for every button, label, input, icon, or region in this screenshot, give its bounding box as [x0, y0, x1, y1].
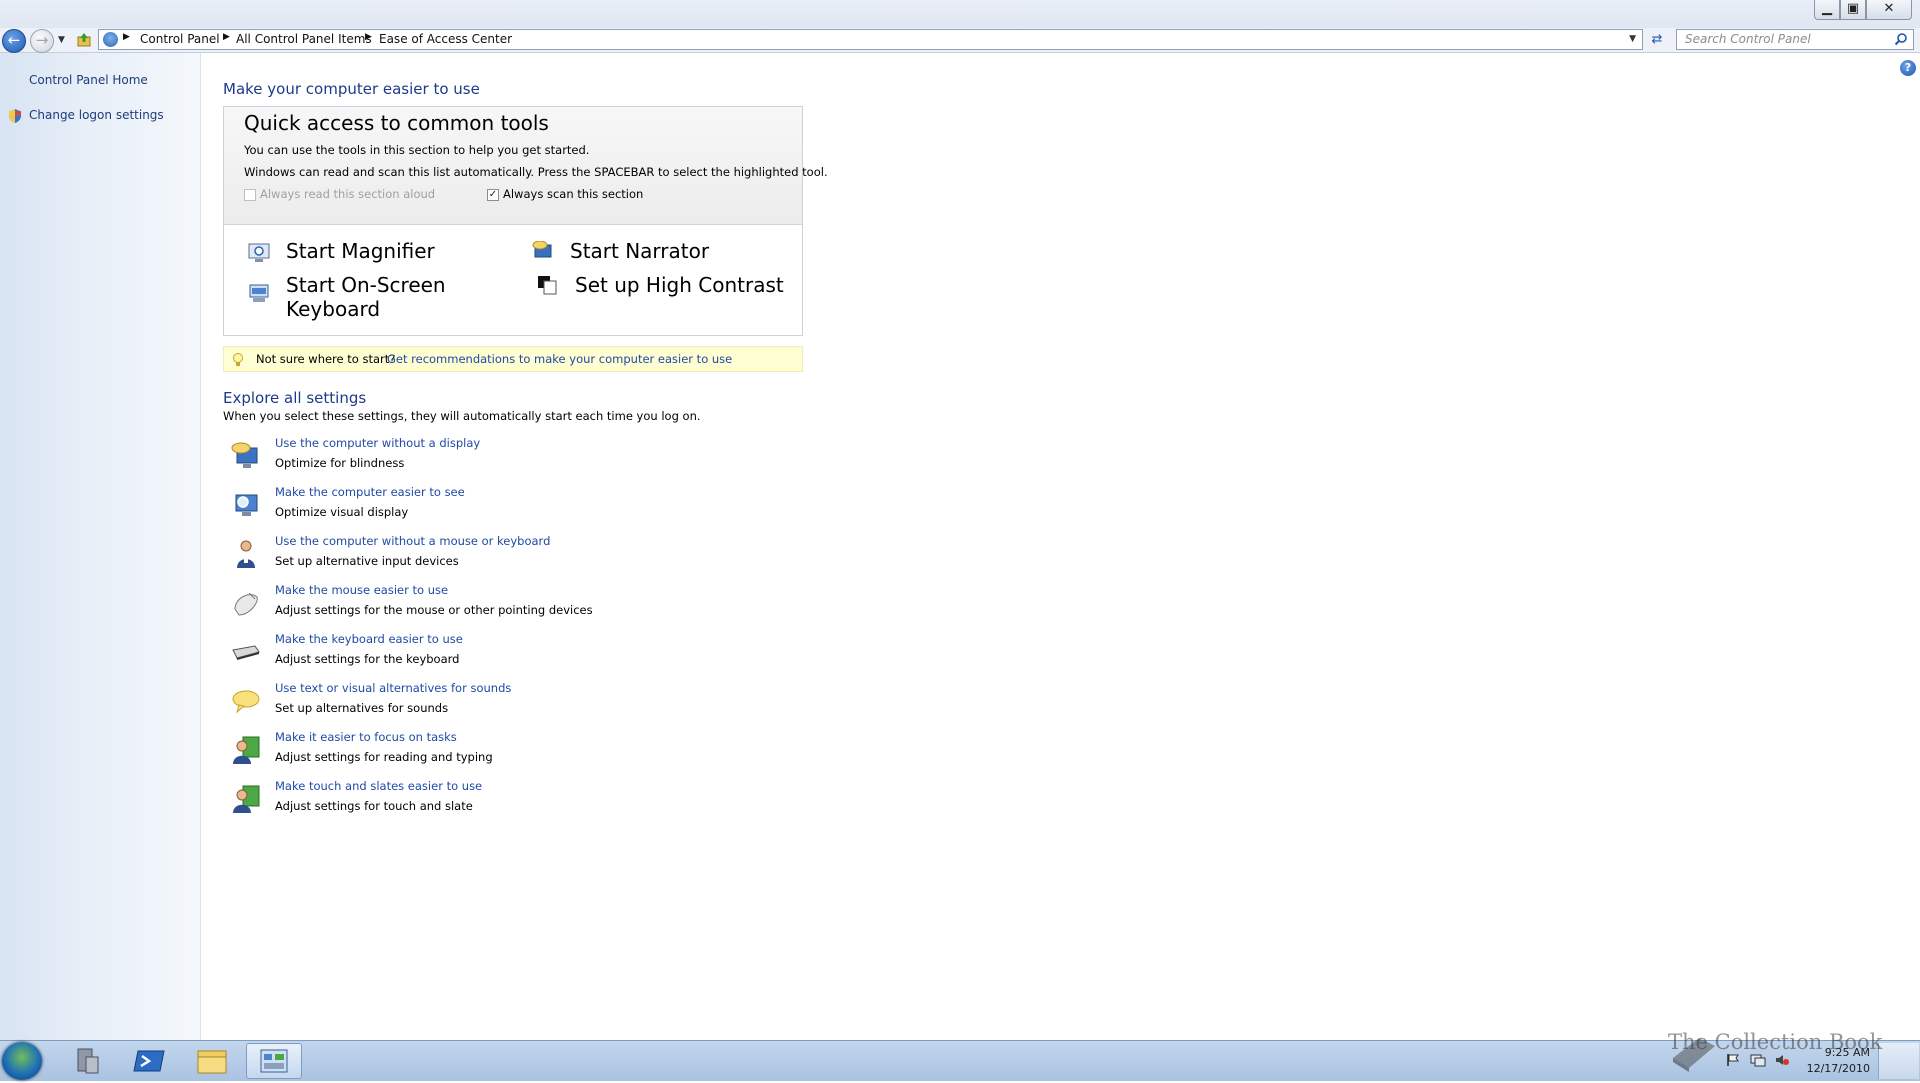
setting-item-focus: Make it easier to focus on tasks Adjust …: [223, 730, 783, 770]
mouse-icon: [234, 592, 258, 616]
setting-description: Adjust settings for the mouse or other p…: [275, 603, 593, 617]
recommendation-tip-bar: Not sure where to start? Get recommendat…: [223, 346, 803, 372]
breadcrumb-arrow-icon[interactable]: ▶: [365, 32, 372, 42]
watermark-text: The Collection Book: [1668, 1030, 1883, 1054]
search-placeholder: Search Control Panel: [1685, 32, 1811, 46]
clock-date[interactable]: 12/17/2010: [1790, 1062, 1870, 1075]
page-title: Make your computer easier to use: [223, 80, 480, 98]
setting-link[interactable]: Make the computer easier to see: [275, 485, 465, 499]
shield-icon: [9, 109, 21, 123]
search-icon[interactable]: [1894, 32, 1908, 46]
setting-link[interactable]: Use the computer without a mouse or keyb…: [275, 534, 550, 548]
breadcrumb-arrow-icon[interactable]: ▶: [123, 32, 130, 42]
explore-settings-description: When you select these settings, they wil…: [223, 409, 701, 423]
taskbar-explorer[interactable]: [184, 1043, 240, 1079]
explore-settings-heading: Explore all settings: [223, 389, 367, 407]
recommendations-link[interactable]: Get recommendations to make your compute…: [387, 352, 732, 366]
setting-description: Adjust settings for reading and typing: [275, 750, 493, 764]
start-magnifier-button[interactable]: Start Magnifier: [286, 239, 435, 263]
taskbar-powershell[interactable]: [122, 1043, 178, 1079]
close-button[interactable]: ✕: [1866, 0, 1912, 20]
user-focus-icon: [233, 736, 260, 764]
tip-label: Not sure where to start?: [256, 352, 396, 366]
start-narrator-button[interactable]: Start Narrator: [570, 239, 709, 263]
start-on-screen-keyboard-button[interactable]: Start On-Screen Keyboard: [286, 273, 476, 321]
setting-link[interactable]: Make the keyboard easier to use: [275, 632, 463, 646]
read-aloud-checkbox[interactable]: [244, 189, 256, 201]
address-dropdown-icon[interactable]: ▼: [1629, 34, 1636, 44]
powershell-icon: [133, 1050, 165, 1072]
recent-pages-dropdown-icon[interactable]: ▼: [58, 35, 65, 45]
up-level-icon[interactable]: [76, 32, 92, 48]
setting-link[interactable]: Make it easier to focus on tasks: [275, 730, 457, 744]
setting-link[interactable]: Use text or visual alternatives for soun…: [275, 681, 511, 695]
lightbulb-icon: [233, 353, 243, 366]
setting-description: Adjust settings for touch and slate: [275, 799, 473, 813]
control-panel-icon: [103, 32, 118, 47]
breadcrumb-control-panel[interactable]: Control Panel: [140, 32, 220, 46]
setting-item-sounds: Use text or visual alternatives for soun…: [223, 681, 783, 721]
monitor-speaker-icon: [231, 442, 258, 468]
taskbar: 9:25 AM 12/17/2010: [0, 1040, 1920, 1081]
quick-access-header: Quick access to common tools You can use…: [224, 107, 828, 225]
minimize-button[interactable]: ▁: [1814, 0, 1840, 20]
on-screen-keyboard-icon: [249, 284, 269, 302]
scan-checkbox[interactable]: ✓: [487, 189, 499, 201]
setting-description: Optimize for blindness: [275, 456, 405, 470]
navigation-bar: ← → ▼ ▶ Control Panel ▶ All Control Pane…: [0, 28, 1920, 53]
server-manager-icon: [77, 1048, 99, 1074]
address-bar[interactable]: ▶ Control Panel ▶ All Control Panel Item…: [98, 29, 1643, 50]
keyboard-icon: [232, 645, 260, 660]
network-icon[interactable]: [1750, 1053, 1766, 1067]
sidebar-item-control-panel-home[interactable]: Control Panel Home: [29, 73, 148, 87]
setting-link[interactable]: Make touch and slates easier to use: [275, 779, 482, 793]
setting-item-keyboard: Make the keyboard easier to use Adjust s…: [223, 632, 783, 672]
refresh-icon[interactable]: ⇄: [1648, 32, 1666, 48]
breadcrumb-arrow-icon[interactable]: ▶: [223, 32, 230, 42]
setting-item-mouse: Make the mouse easier to use Adjust sett…: [223, 583, 783, 623]
taskbar-server-manager[interactable]: [60, 1043, 116, 1079]
quick-access-panel: Quick access to common tools You can use…: [223, 106, 828, 336]
setting-item-touch: Make touch and slates easier to use Adju…: [223, 779, 783, 819]
setting-description: Optimize visual display: [275, 505, 409, 519]
setting-link[interactable]: Use the computer without a display: [275, 436, 480, 450]
taskbar-control-panel[interactable]: [246, 1043, 302, 1079]
speech-bubble-icon: [232, 690, 260, 714]
sidebar: Control Panel Home Change logon settings: [0, 53, 201, 1040]
setting-item-easier-to-see: Make the computer easier to see Optimize…: [223, 485, 783, 525]
monitor-magnify-icon: [235, 494, 258, 516]
quick-access-description: You can use the tools in this section to…: [244, 143, 590, 157]
maximize-button[interactable]: ▣: [1840, 0, 1866, 20]
setting-item-no-display: Use the computer without a display Optim…: [223, 436, 783, 476]
sidebar-item-change-logon[interactable]: Change logon settings: [29, 108, 164, 122]
user-touch-icon: [233, 785, 260, 813]
folder-icon: [197, 1050, 227, 1074]
high-contrast-icon: [538, 276, 557, 295]
search-input[interactable]: Search Control Panel: [1676, 29, 1914, 50]
back-button[interactable]: ←: [2, 29, 26, 53]
setting-description: Set up alternative input devices: [275, 554, 459, 568]
action-center-flag-icon[interactable]: [1726, 1053, 1740, 1067]
narrator-icon: [532, 241, 552, 258]
person-icon: [237, 540, 255, 568]
scan-label[interactable]: Always scan this section: [503, 187, 643, 201]
breadcrumb-ease-of-access[interactable]: Ease of Access Center: [379, 32, 512, 46]
setting-link[interactable]: Make the mouse easier to use: [275, 583, 448, 597]
breadcrumb-all-items[interactable]: All Control Panel Items: [236, 32, 372, 46]
show-desktop-button[interactable]: [1878, 1043, 1919, 1079]
title-bar: ▁ ▣ ✕: [0, 0, 1920, 28]
help-icon[interactable]: ?: [1900, 60, 1916, 76]
setting-description: Set up alternatives for sounds: [275, 701, 449, 715]
setting-description: Adjust settings for the keyboard: [275, 652, 460, 666]
control-panel-window-icon: [260, 1049, 288, 1073]
volume-muted-icon[interactable]: [1774, 1053, 1790, 1067]
start-button[interactable]: [2, 1042, 42, 1080]
magnifier-icon: [248, 243, 270, 262]
quick-access-title: Quick access to common tools: [244, 111, 549, 135]
setup-high-contrast-button[interactable]: Set up High Contrast: [575, 273, 784, 297]
forward-button[interactable]: →: [30, 29, 54, 53]
quick-access-scan-description: Windows can read and scan this list auto…: [244, 165, 828, 179]
setting-item-no-mouse-keyboard: Use the computer without a mouse or keyb…: [223, 534, 783, 574]
read-aloud-label[interactable]: Always read this section aloud: [260, 187, 435, 201]
